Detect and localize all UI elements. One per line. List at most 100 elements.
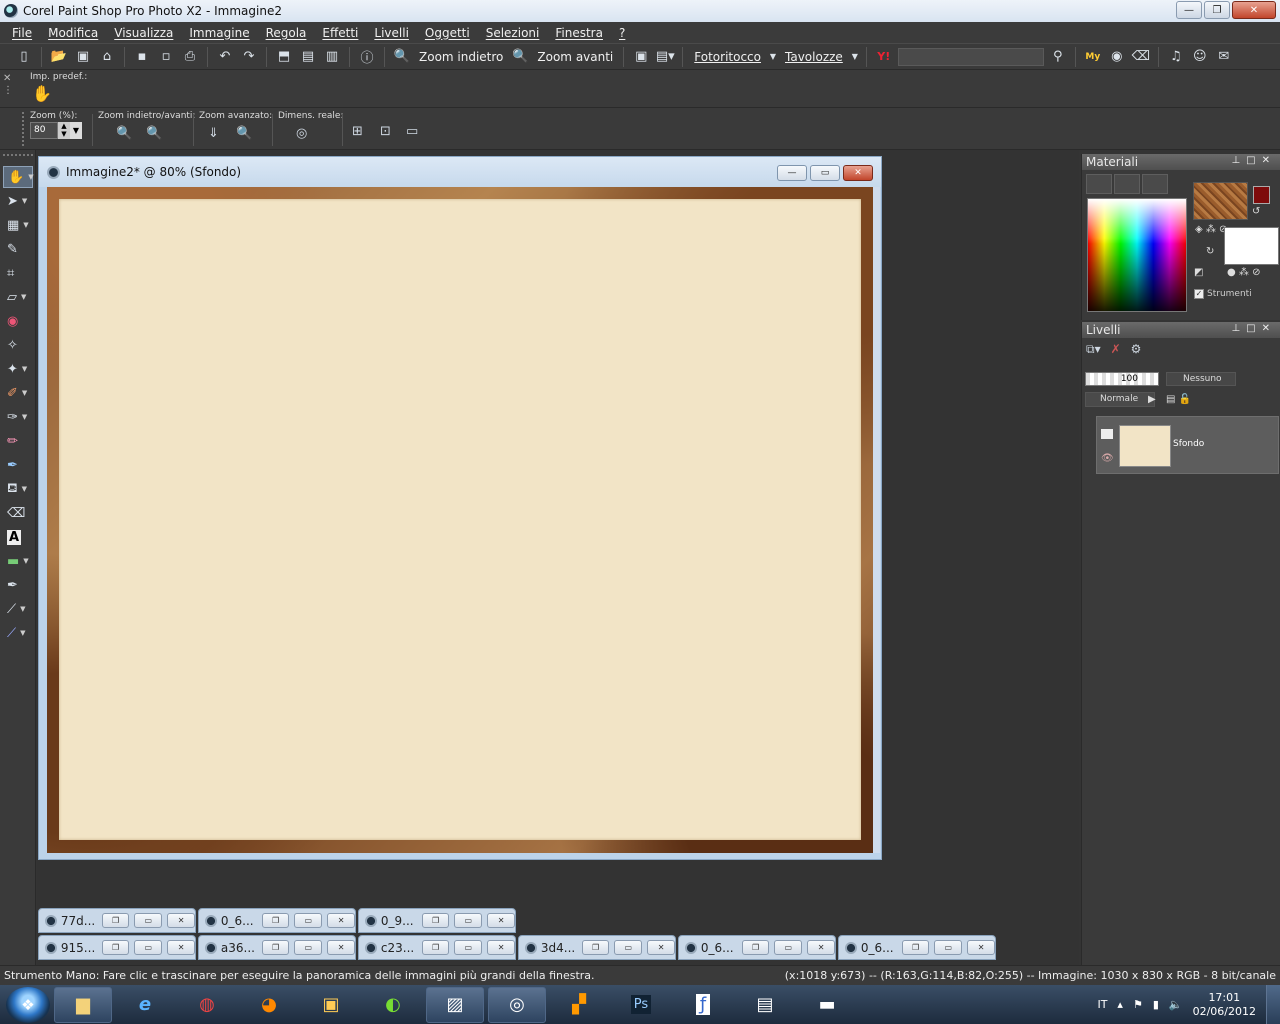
close-icon[interactable]: ✕ xyxy=(167,913,196,928)
layer-row[interactable]: 👁 Sfondo xyxy=(1096,416,1279,474)
mail-icon[interactable]: ✉ xyxy=(1214,47,1234,67)
maximize-icon[interactable]: ▭ xyxy=(294,913,323,928)
print-icon[interactable]: ⎙ xyxy=(180,47,200,67)
zoom-stepper[interactable]: ▲ ▼ xyxy=(58,122,70,139)
open-folder-icon[interactable]: 📂 xyxy=(49,47,69,67)
minimized-doc[interactable]: 3d4... ❐ ▭ ✕ xyxy=(518,935,676,960)
transparent-icon[interactable]: ◩ xyxy=(1194,267,1203,278)
restore-icon[interactable]: ❐ xyxy=(741,940,770,955)
layer-properties-icon[interactable]: ⚙ xyxy=(1131,342,1142,357)
chevron-down-icon[interactable]: ▼ xyxy=(22,485,27,493)
chevron-down-icon[interactable]: ▼ xyxy=(20,629,25,637)
style-icons[interactable]: ◈ ⁂ ⊘ xyxy=(1195,224,1227,235)
menu-finestra[interactable]: Finestra xyxy=(547,26,611,40)
document-title-bar[interactable]: Immagine2* @ 80% (Sfondo) — ▭ ✕ xyxy=(39,157,881,187)
zoom-in-icon[interactable]: 🔍 xyxy=(146,126,162,141)
minimized-doc[interactable]: 0_6... ❐ ▭ ✕ xyxy=(678,935,836,960)
straighten-tool[interactable]: ▱ ▼ xyxy=(3,286,33,308)
maximize-icon[interactable]: ▭ xyxy=(454,913,483,928)
opacity-field[interactable]: 100 xyxy=(1085,372,1159,386)
blend-mode-select[interactable]: Normale xyxy=(1085,392,1155,407)
taskbar-contacts[interactable]: ▣ xyxy=(302,987,360,1023)
chevron-down-icon[interactable]: ▼ xyxy=(20,605,25,613)
tab-frame[interactable] xyxy=(1086,174,1112,194)
dodge-tool[interactable]: ✑ ▼ xyxy=(3,406,33,428)
chevron-down-icon[interactable]: ▼ xyxy=(851,47,859,67)
info-icon[interactable]: ⓘ xyxy=(357,47,377,67)
restore-icon[interactable]: ❐ xyxy=(261,913,290,928)
swap-colors-icon[interactable]: ↺ xyxy=(1252,206,1260,217)
close-icon[interactable]: ✕ xyxy=(487,913,516,928)
swap-icon[interactable]: ↻ xyxy=(1206,246,1214,257)
zoom-out-icon[interactable]: 🔍 xyxy=(116,126,132,141)
close-icon[interactable]: ✕ xyxy=(647,940,676,955)
search-icon[interactable]: ⚲ xyxy=(1048,47,1068,67)
maximize-icon[interactable]: ▭ xyxy=(774,940,803,955)
share-icon[interactable]: ⬒ xyxy=(274,47,294,67)
zoom-in-button[interactable]: Zoom avanti xyxy=(534,50,616,64)
show-desktop-button[interactable] xyxy=(1266,985,1280,1024)
maximize-icon[interactable]: ▭ xyxy=(614,940,643,955)
close-icon[interactable]: ✕ xyxy=(327,940,356,955)
save-icon[interactable]: ▪ xyxy=(132,47,152,67)
chevron-down-icon[interactable]: ▼ xyxy=(769,47,777,67)
minimized-doc[interactable]: 0_6... ❐ ▭ ✕ xyxy=(838,935,996,960)
yahoo-icon[interactable]: Y! xyxy=(874,47,894,67)
paint-brush-tool[interactable]: ✐ ▼ xyxy=(3,382,33,404)
color-spectrum[interactable] xyxy=(1087,198,1187,312)
tab-rainbow[interactable] xyxy=(1114,174,1140,194)
maximize-button[interactable]: ❐ xyxy=(1204,1,1230,19)
maximize-icon[interactable]: ▭ xyxy=(134,940,163,955)
fill-tool[interactable]: ⛾ ▼ xyxy=(3,478,33,500)
close-icon[interactable]: ✕ xyxy=(487,940,516,955)
chevron-down-icon[interactable]: ▼ xyxy=(22,389,27,397)
tray-arrow-icon[interactable]: ▴ xyxy=(1117,998,1123,1011)
eraser-tool[interactable]: ⌫ xyxy=(3,502,33,524)
new-file-icon[interactable]: ▯ xyxy=(14,47,34,67)
minimized-doc[interactable]: 0_6... ❐ ▭ ✕ xyxy=(198,908,356,933)
zoom-out-button[interactable]: Zoom indietro xyxy=(416,50,506,64)
maximize-icon[interactable]: ▭ xyxy=(454,940,483,955)
makeover-tool[interactable]: ✧ xyxy=(3,334,33,356)
restore-icon[interactable]: ❐ xyxy=(101,940,130,955)
menu-visualizza[interactable]: Visualizza xyxy=(106,26,181,40)
fit-screen-icon[interactable]: ▭ xyxy=(406,124,418,139)
menu-livelli[interactable]: Livelli xyxy=(366,26,417,40)
volume-muted-icon[interactable]: 🔈 xyxy=(1169,998,1183,1011)
taskbar-app-1[interactable]: ▨ xyxy=(426,986,484,1023)
hand-preset-icon[interactable]: ✋ xyxy=(32,84,52,103)
close-icon[interactable]: ✕ xyxy=(167,940,196,955)
menu-immagine[interactable]: Immagine xyxy=(181,26,257,40)
smudge-tool[interactable]: ✏ xyxy=(3,430,33,452)
taskbar-explorer[interactable]: ▆ xyxy=(54,986,112,1023)
menu-regola[interactable]: Regola xyxy=(258,26,315,40)
pan-tool[interactable]: ✋ ▼ xyxy=(3,166,34,188)
minimize-button[interactable]: — xyxy=(1176,1,1202,19)
visibility-eye-icon[interactable]: 👁 xyxy=(1101,453,1114,464)
menu-help[interactable]: ? xyxy=(611,26,633,40)
taskbar-paintshop[interactable]: ◎ xyxy=(488,986,546,1023)
maximize-icon[interactable]: ▭ xyxy=(934,940,963,955)
fit-image-icon[interactable]: ⊡ xyxy=(380,124,391,139)
layers-header[interactable]: Livelli ⊥□✕ xyxy=(1082,322,1280,338)
actual-size-icon[interactable]: ◎ xyxy=(296,126,307,141)
taskbar-video[interactable]: ▞ xyxy=(550,987,608,1023)
menu-modifica[interactable]: Modifica xyxy=(40,26,106,40)
red-eye-tool[interactable]: ◉ xyxy=(3,310,33,332)
taskbar-photoshop[interactable]: Ps xyxy=(612,987,670,1023)
close-icon[interactable]: ✕ xyxy=(967,940,996,955)
start-button[interactable]: ❖ xyxy=(6,986,50,1023)
menu-effetti[interactable]: Effetti xyxy=(314,26,366,40)
foreground-color-swatch[interactable] xyxy=(1253,186,1270,204)
grip-handle[interactable] xyxy=(22,112,25,146)
selection-tool[interactable]: ▦ ▼ xyxy=(3,214,33,236)
clone-tool[interactable]: ✦ ▼ xyxy=(3,358,33,380)
chevron-down-icon[interactable]: ▼ xyxy=(28,173,33,181)
maximize-icon[interactable]: ▭ xyxy=(134,913,163,928)
language-indicator[interactable]: IT xyxy=(1097,998,1107,1011)
taskbar-flash[interactable]: ƒ xyxy=(674,987,732,1023)
taskbar-chrome[interactable]: ◍ xyxy=(178,987,236,1023)
restore-icon[interactable]: ❐ xyxy=(581,940,610,955)
shape-tool[interactable]: ▬ ▼ xyxy=(3,550,33,572)
chevron-down-icon[interactable]: ▼ xyxy=(23,557,28,565)
